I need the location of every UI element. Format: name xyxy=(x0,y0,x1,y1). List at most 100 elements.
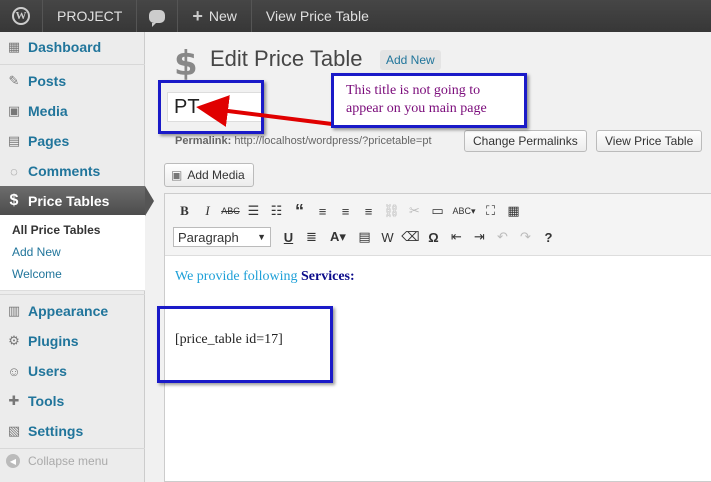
menu-separator xyxy=(0,448,145,449)
add-media-icon: ▣ xyxy=(171,168,183,182)
dashboard-icon: ▦ xyxy=(7,39,21,54)
editor-toolbar: B I ABC ☰ ☷ “ ≡ ≡ ≡ ⛓ ✂ ▭ ABC▾ ⛶ ▦ Parag… xyxy=(165,194,711,256)
help-icon[interactable]: ? xyxy=(537,226,560,248)
unlink-icon[interactable]: ✂ xyxy=(403,200,426,222)
sidebar-item-appearance[interactable]: ▥ Appearance xyxy=(0,296,145,326)
sidebar-item-label: Appearance xyxy=(28,303,109,319)
settings-icon: ▧ xyxy=(7,423,21,438)
pages-icon: ▤ xyxy=(7,133,21,148)
sidebar-item-comments[interactable]: ◌ Comments xyxy=(0,156,145,186)
collapse-arrow-icon: ◀ xyxy=(6,454,20,468)
sidebar-item-label: Pages xyxy=(28,133,70,149)
sidebar-item-media[interactable]: ▣ Media xyxy=(0,96,145,126)
menu-separator xyxy=(0,294,145,295)
spellcheck-icon[interactable]: ABC▾ xyxy=(449,200,479,222)
wp-logo-menu[interactable]: W xyxy=(0,0,43,32)
blockquote-icon[interactable]: “ xyxy=(288,200,311,222)
justify-icon[interactable]: ≣ xyxy=(300,226,323,248)
annotation-callout: This title is not going to appear on you… xyxy=(331,73,527,128)
submenu-welcome[interactable]: Welcome xyxy=(0,263,145,285)
text-color-icon[interactable]: A▾ xyxy=(323,226,353,248)
sidebar-item-label: Settings xyxy=(28,423,84,439)
sidebar-item-label: Media xyxy=(28,103,68,119)
add-media-button[interactable]: ▣ Add Media xyxy=(164,163,254,187)
view-price-table-link[interactable]: View Price Table xyxy=(252,0,383,32)
sidebar-item-label: Users xyxy=(28,363,67,379)
sidebar-item-settings[interactable]: ▧ Settings xyxy=(0,416,145,446)
outdent-icon[interactable]: ⇤ xyxy=(445,226,468,248)
special-character-icon[interactable]: Ω xyxy=(422,226,445,248)
permalink-row: Permalink: http://localhost/wordpress/?p… xyxy=(175,135,432,147)
sidebar-item-label: Tools xyxy=(28,393,65,409)
sidebar-item-label: Dashboard xyxy=(28,39,102,55)
paste-text-icon[interactable]: ▤ xyxy=(353,226,376,248)
wordpress-logo-icon: W xyxy=(12,7,30,25)
sidebar-item-users[interactable]: ☺ Users xyxy=(0,356,145,386)
add-media-label: Add Media xyxy=(187,168,245,182)
admin-sidebar: ▦ Dashboard ✎ Posts ▣ Media ▤ Pages ◌ Co… xyxy=(0,32,154,482)
strikethrough-icon[interactable]: ABC xyxy=(219,200,242,222)
sidebar-item-dashboard[interactable]: ▦ Dashboard xyxy=(0,32,145,62)
view-price-table-button[interactable]: View Price Table xyxy=(596,130,703,152)
collapse-menu-button[interactable]: ◀ Collapse menu xyxy=(6,454,108,468)
numbered-list-icon[interactable]: ☷ xyxy=(265,200,288,222)
paste-word-icon[interactable]: W xyxy=(376,226,399,248)
align-center-icon[interactable]: ≡ xyxy=(334,200,357,222)
permalink-label: Permalink: xyxy=(175,135,232,147)
format-select-value: Paragraph xyxy=(178,229,239,245)
change-permalinks-button[interactable]: Change Permalinks xyxy=(464,130,587,152)
submenu-add-new[interactable]: Add New xyxy=(0,241,145,263)
toolbar-row-2: Paragraph ▼ U ≣ A▾ ▤ W ⌫ Ω ⇤ ⇥ ↶ ↷ ? xyxy=(173,226,560,248)
italic-icon[interactable]: I xyxy=(196,200,219,222)
title-highlight-box xyxy=(158,80,264,134)
format-select[interactable]: Paragraph ▼ xyxy=(173,227,271,247)
price-tables-submenu: All Price Tables Add New Welcome xyxy=(0,215,145,291)
sidebar-item-price-tables[interactable]: $ Price Tables xyxy=(0,186,154,216)
pushpin-icon: ✎ xyxy=(8,73,20,88)
permalink-url[interactable]: http://localhost/wordpress/?pricetable=p… xyxy=(234,135,431,147)
comments-link[interactable] xyxy=(137,0,179,32)
align-right-icon[interactable]: ≡ xyxy=(357,200,380,222)
content-bold-text: Services: xyxy=(301,269,355,284)
insert-link-icon[interactable]: ⛓ xyxy=(380,200,403,222)
kitchen-sink-icon[interactable]: ▦ xyxy=(502,200,525,222)
dollar-icon: $ xyxy=(174,44,198,84)
sidebar-item-tools[interactable]: ✚ Tools xyxy=(0,386,145,416)
insert-more-icon[interactable]: ▭ xyxy=(426,200,449,222)
clear-formatting-icon[interactable]: ⌫ xyxy=(399,226,422,248)
indent-icon[interactable]: ⇥ xyxy=(468,226,491,248)
sidebar-item-label: Posts xyxy=(28,73,67,89)
plugins-icon: ⚙ xyxy=(8,333,20,348)
comments-icon: ◌ xyxy=(10,163,18,179)
comment-bubble-icon xyxy=(149,9,166,27)
content-line-1[interactable]: We provide following Services: xyxy=(175,269,355,285)
dropdown-arrow-icon: ▼ xyxy=(257,232,266,242)
align-left-icon[interactable]: ≡ xyxy=(311,200,334,222)
content-plain-text: We provide following xyxy=(175,269,298,284)
sidebar-item-label: Price Tables xyxy=(28,193,110,209)
underline-icon[interactable]: U xyxy=(277,226,300,248)
undo-icon[interactable]: ↶ xyxy=(491,226,514,248)
sidebar-item-label: Plugins xyxy=(28,333,79,349)
sidebar-item-label: Comments xyxy=(28,163,101,179)
add-new-button[interactable]: Add New xyxy=(380,50,441,70)
menu-separator xyxy=(0,64,145,65)
admin-bar: W PROJECT + New View Price Table xyxy=(0,0,711,32)
tools-icon: ✚ xyxy=(8,393,20,408)
new-content-menu[interactable]: + New xyxy=(178,0,252,32)
appearance-icon: ▥ xyxy=(7,303,21,318)
submenu-all-price-tables[interactable]: All Price Tables xyxy=(0,219,145,241)
plus-icon: + xyxy=(192,5,203,26)
bold-icon[interactable]: B xyxy=(173,200,196,222)
bulleted-list-icon[interactable]: ☰ xyxy=(242,200,265,222)
collapse-menu-label: Collapse menu xyxy=(28,454,109,468)
media-icon: ▣ xyxy=(7,103,21,118)
redo-icon[interactable]: ↷ xyxy=(514,226,537,248)
fullscreen-icon[interactable]: ⛶ xyxy=(479,200,502,222)
sidebar-item-pages[interactable]: ▤ Pages xyxy=(0,126,145,156)
site-name-link[interactable]: PROJECT xyxy=(43,0,138,32)
sidebar-item-plugins[interactable]: ⚙ Plugins xyxy=(0,326,145,356)
sidebar-item-posts[interactable]: ✎ Posts xyxy=(0,66,145,96)
shortcode-highlight-box xyxy=(157,306,333,383)
page-title: Edit Price Table xyxy=(210,46,363,71)
